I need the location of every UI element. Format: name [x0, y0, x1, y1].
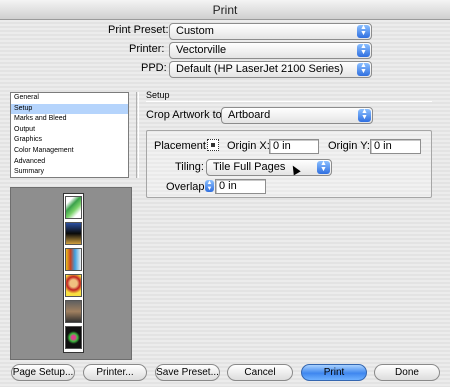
tiling-label: Tiling:	[175, 161, 204, 173]
page-thumbnail	[65, 248, 82, 271]
origin-y-label: Origin Y:	[328, 140, 370, 152]
sidebar-item-advanced[interactable]: Advanced	[11, 157, 128, 168]
ppd-value: Default (HP LaserJet 2100 Series)	[176, 63, 344, 75]
page-thumbnail	[65, 196, 82, 219]
sidebar-item-general[interactable]: General	[11, 93, 128, 104]
print-preset-value: Custom	[176, 25, 214, 37]
save-preset-button[interactable]: Save Preset...	[155, 364, 220, 381]
origin-y-field[interactable]: 0 in	[370, 139, 421, 154]
sidebar-item-summary[interactable]: Summary	[11, 167, 128, 178]
printer-label: Printer:	[129, 43, 165, 55]
cancel-button[interactable]: Cancel	[227, 364, 293, 381]
overlap-label: Overlap:	[166, 181, 208, 193]
popup-arrows-icon: ▲ ▼	[358, 108, 371, 122]
crop-artwork-label: Crop Artwork to:	[146, 109, 225, 121]
print-preset-label: Print Preset:	[108, 24, 169, 36]
printer-popup[interactable]: Vectorville ▲ ▼	[169, 42, 372, 59]
overlap-field[interactable]: 0 in	[215, 179, 266, 194]
print-button[interactable]: Print	[301, 364, 367, 381]
origin-x-field[interactable]: 0 in	[269, 139, 319, 154]
crop-artwork-value: Artboard	[228, 109, 271, 121]
origin-x-label: Origin X:	[227, 140, 270, 152]
placement-label: Placement:	[154, 140, 210, 152]
page-thumbnail	[65, 222, 82, 245]
preview-page-strip	[63, 193, 84, 353]
overlap-stepper[interactable]: ▲ ▼	[205, 180, 214, 192]
sidebar-item-marks-and-bleed[interactable]: Marks and Bleed	[11, 114, 128, 125]
pane-splitter[interactable]	[136, 92, 139, 178]
window-title: Print	[0, 0, 450, 20]
page-thumbnail	[65, 300, 82, 323]
popup-arrows-icon: ▲ ▼	[357, 62, 370, 76]
done-button[interactable]: Done	[374, 364, 440, 381]
popup-arrows-icon: ▲ ▼	[357, 24, 370, 38]
sidebar-item-setup[interactable]: Setup	[11, 103, 128, 115]
section-title: Setup	[146, 90, 170, 100]
ppd-popup[interactable]: Default (HP LaserJet 2100 Series) ▲ ▼	[169, 61, 372, 78]
sidebar-item-output[interactable]: Output	[11, 125, 128, 136]
crop-artwork-popup[interactable]: Artboard ▲ ▼	[221, 107, 373, 124]
ppd-label: PPD:	[141, 62, 167, 74]
section-divider	[146, 101, 432, 102]
page-thumbnail	[65, 274, 82, 297]
page-setup-button[interactable]: Page Setup...	[11, 364, 75, 381]
printer-value: Vectorville	[176, 44, 227, 56]
print-preset-popup[interactable]: Custom ▲ ▼	[169, 23, 372, 40]
popup-arrows-icon: ▲ ▼	[317, 160, 330, 174]
sidebar-item-graphics[interactable]: Graphics	[11, 135, 128, 146]
placement-proxy-icon[interactable]	[207, 139, 219, 151]
tiling-value: Tile Full Pages	[213, 161, 286, 173]
category-list[interactable]: General Setup Marks and Bleed Output Gra…	[10, 92, 129, 178]
page-thumbnail	[65, 326, 82, 349]
printer-button[interactable]: Printer...	[83, 364, 147, 381]
tiling-popup[interactable]: Tile Full Pages ▲ ▼	[206, 159, 332, 176]
popup-arrows-icon: ▲ ▼	[357, 43, 370, 57]
sidebar-item-color-management[interactable]: Color Management	[11, 146, 128, 157]
